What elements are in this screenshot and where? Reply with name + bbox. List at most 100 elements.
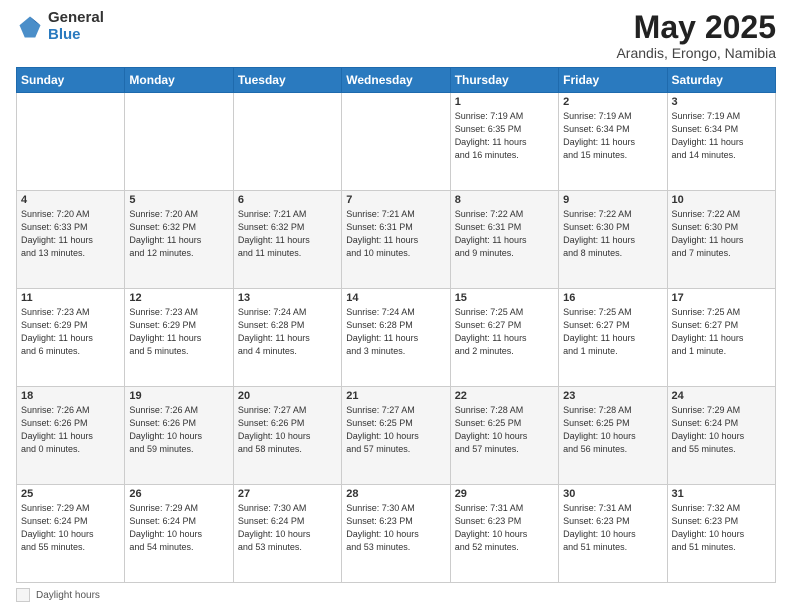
- calendar-table: Sunday Monday Tuesday Wednesday Thursday…: [16, 67, 776, 583]
- day-info: Sunrise: 7:21 AM Sunset: 6:32 PM Dayligh…: [238, 208, 337, 260]
- calendar-week-0: 1Sunrise: 7:19 AM Sunset: 6:35 PM Daylig…: [17, 93, 776, 191]
- day-info: Sunrise: 7:19 AM Sunset: 6:35 PM Dayligh…: [455, 110, 554, 162]
- day-info: Sunrise: 7:23 AM Sunset: 6:29 PM Dayligh…: [21, 306, 120, 358]
- calendar-cell: 25 Sunrise: 7:29 AM Sunset: 6:24 PM Dayli…: [17, 485, 125, 583]
- calendar-cell: 16 Sunrise: 7:25 AM Sunset: 6:27 PM Dayli…: [559, 289, 667, 387]
- calendar-cell: 26 Sunrise: 7:29 AM Sunset: 6:24 PM Dayli…: [125, 485, 233, 583]
- day-number: 10: [672, 194, 771, 206]
- calendar-cell: 9 Sunrise: 7:22 AM Sunset: 6:30 PM Daylig…: [559, 191, 667, 289]
- calendar-cell: 17Sunrise: 7:25 AM Sunset: 6:27 PM Dayli…: [667, 289, 775, 387]
- calendar-cell: 2 Sunrise: 7:19 AM Sunset: 6:34 PM Daylig…: [559, 93, 667, 191]
- calendar-cell: 22 Sunrise: 7:28 AM Sunset: 6:25 PM Dayli…: [450, 387, 558, 485]
- day-info: Sunrise: 7:29 AM Sunset: 6:24 PM Dayligh…: [672, 404, 771, 456]
- calendar-cell: 30Sunrise: 7:31 AM Sunset: 6:23 PM Dayli…: [559, 485, 667, 583]
- day-number: 6: [238, 194, 337, 206]
- calendar-week-2: 11 Sunrise: 7:23 AM Sunset: 6:29 PM Dayli…: [17, 289, 776, 387]
- calendar-cell: [17, 93, 125, 191]
- day-number: 16: [563, 292, 662, 304]
- calendar-cell: [233, 93, 341, 191]
- day-info: Sunrise: 7:20 AM Sunset: 6:33 PM Dayligh…: [21, 208, 120, 260]
- day-number: 23: [563, 390, 662, 402]
- day-info: Sunrise: 7:27 AM Sunset: 6:25 PM Dayligh…: [346, 404, 445, 456]
- day-info: Sunrise: 7:25 AM Sunset: 6:27 PM Dayligh…: [455, 306, 554, 358]
- daylight-swatch: [16, 588, 30, 602]
- calendar-cell: 31 Sunrise: 7:32 AM Sunset: 6:23 PM Dayli…: [667, 485, 775, 583]
- title-block: May 2025 Arandis, Erongo, Namibia: [616, 10, 776, 61]
- day-number: 12: [129, 292, 228, 304]
- day-number: 30: [563, 488, 662, 500]
- logo-blue-text: Blue: [48, 27, 104, 44]
- day-info: Sunrise: 7:27 AM Sunset: 6:26 PM Dayligh…: [238, 404, 337, 456]
- logo: General Blue: [16, 10, 104, 43]
- day-number: 26: [129, 488, 228, 500]
- day-number: 29: [455, 488, 554, 500]
- calendar-cell: 14Sunrise: 7:24 AM Sunset: 6:28 PM Dayli…: [342, 289, 450, 387]
- col-tuesday: Tuesday: [233, 68, 341, 93]
- day-number: 5: [129, 194, 228, 206]
- logo-text: General Blue: [48, 10, 104, 43]
- calendar-cell: 1Sunrise: 7:19 AM Sunset: 6:35 PM Daylig…: [450, 93, 558, 191]
- day-number: 21: [346, 390, 445, 402]
- calendar-title: May 2025: [616, 10, 776, 45]
- day-info: Sunrise: 7:29 AM Sunset: 6:24 PM Dayligh…: [129, 502, 228, 554]
- day-info: Sunrise: 7:19 AM Sunset: 6:34 PM Dayligh…: [672, 110, 771, 162]
- col-monday: Monday: [125, 68, 233, 93]
- day-info: Sunrise: 7:19 AM Sunset: 6:34 PM Dayligh…: [563, 110, 662, 162]
- calendar-cell: 21 Sunrise: 7:27 AM Sunset: 6:25 PM Dayli…: [342, 387, 450, 485]
- day-info: Sunrise: 7:22 AM Sunset: 6:31 PM Dayligh…: [455, 208, 554, 260]
- day-info: Sunrise: 7:23 AM Sunset: 6:29 PM Dayligh…: [129, 306, 228, 358]
- calendar-cell: 27Sunrise: 7:30 AM Sunset: 6:24 PM Dayli…: [233, 485, 341, 583]
- calendar-cell: 19Sunrise: 7:26 AM Sunset: 6:26 PM Dayli…: [125, 387, 233, 485]
- day-info: Sunrise: 7:20 AM Sunset: 6:32 PM Dayligh…: [129, 208, 228, 260]
- day-number: 8: [455, 194, 554, 206]
- day-info: Sunrise: 7:28 AM Sunset: 6:25 PM Dayligh…: [563, 404, 662, 456]
- day-number: 11: [21, 292, 120, 304]
- day-info: Sunrise: 7:21 AM Sunset: 6:31 PM Dayligh…: [346, 208, 445, 260]
- calendar-cell: 29Sunrise: 7:31 AM Sunset: 6:23 PM Dayli…: [450, 485, 558, 583]
- day-number: 15: [455, 292, 554, 304]
- calendar-cell: 10 Sunrise: 7:22 AM Sunset: 6:30 PM Dayli…: [667, 191, 775, 289]
- calendar-cell: 5 Sunrise: 7:20 AM Sunset: 6:32 PM Daylig…: [125, 191, 233, 289]
- day-number: 9: [563, 194, 662, 206]
- footer: Daylight hours: [16, 588, 776, 602]
- day-info: Sunrise: 7:25 AM Sunset: 6:27 PM Dayligh…: [563, 306, 662, 358]
- col-wednesday: Wednesday: [342, 68, 450, 93]
- calendar-cell: 12 Sunrise: 7:23 AM Sunset: 6:29 PM Dayli…: [125, 289, 233, 387]
- calendar-cell: 24 Sunrise: 7:29 AM Sunset: 6:24 PM Dayli…: [667, 387, 775, 485]
- day-number: 13: [238, 292, 337, 304]
- day-info: Sunrise: 7:32 AM Sunset: 6:23 PM Dayligh…: [672, 502, 771, 554]
- day-number: 31: [672, 488, 771, 500]
- header: General Blue May 2025 Arandis, Erongo, N…: [16, 10, 776, 61]
- day-number: 24: [672, 390, 771, 402]
- day-number: 22: [455, 390, 554, 402]
- calendar-cell: 3Sunrise: 7:19 AM Sunset: 6:34 PM Daylig…: [667, 93, 775, 191]
- calendar-cell: 4Sunrise: 7:20 AM Sunset: 6:33 PM Daylig…: [17, 191, 125, 289]
- calendar-cell: 11 Sunrise: 7:23 AM Sunset: 6:29 PM Dayli…: [17, 289, 125, 387]
- calendar-week-4: 25 Sunrise: 7:29 AM Sunset: 6:24 PM Dayli…: [17, 485, 776, 583]
- calendar-cell: 28Sunrise: 7:30 AM Sunset: 6:23 PM Dayli…: [342, 485, 450, 583]
- logo-general-text: General: [48, 10, 104, 27]
- calendar-cell: [125, 93, 233, 191]
- day-info: Sunrise: 7:22 AM Sunset: 6:30 PM Dayligh…: [672, 208, 771, 260]
- calendar-cell: 18Sunrise: 7:26 AM Sunset: 6:26 PM Dayli…: [17, 387, 125, 485]
- header-row: Sunday Monday Tuesday Wednesday Thursday…: [17, 68, 776, 93]
- calendar-cell: 6 Sunrise: 7:21 AM Sunset: 6:32 PM Daylig…: [233, 191, 341, 289]
- day-info: Sunrise: 7:28 AM Sunset: 6:25 PM Dayligh…: [455, 404, 554, 456]
- day-number: 2: [563, 96, 662, 108]
- calendar-body: 1Sunrise: 7:19 AM Sunset: 6:35 PM Daylig…: [17, 93, 776, 583]
- calendar-cell: 20 Sunrise: 7:27 AM Sunset: 6:26 PM Dayli…: [233, 387, 341, 485]
- day-number: 18: [21, 390, 120, 402]
- day-number: 14: [346, 292, 445, 304]
- day-info: Sunrise: 7:22 AM Sunset: 6:30 PM Dayligh…: [563, 208, 662, 260]
- calendar-cell: 7 Sunrise: 7:21 AM Sunset: 6:31 PM Daylig…: [342, 191, 450, 289]
- day-number: 20: [238, 390, 337, 402]
- day-number: 7: [346, 194, 445, 206]
- day-info: Sunrise: 7:29 AM Sunset: 6:24 PM Dayligh…: [21, 502, 120, 554]
- day-info: Sunrise: 7:26 AM Sunset: 6:26 PM Dayligh…: [129, 404, 228, 456]
- footer-label: Daylight hours: [36, 590, 100, 601]
- day-info: Sunrise: 7:30 AM Sunset: 6:24 PM Dayligh…: [238, 502, 337, 554]
- day-number: 25: [21, 488, 120, 500]
- calendar-week-3: 18 Sunrise: 7:26 AM Sunset: 6:26 PM Dayli…: [17, 387, 776, 485]
- day-number: 17: [672, 292, 771, 304]
- col-friday: Friday: [559, 68, 667, 93]
